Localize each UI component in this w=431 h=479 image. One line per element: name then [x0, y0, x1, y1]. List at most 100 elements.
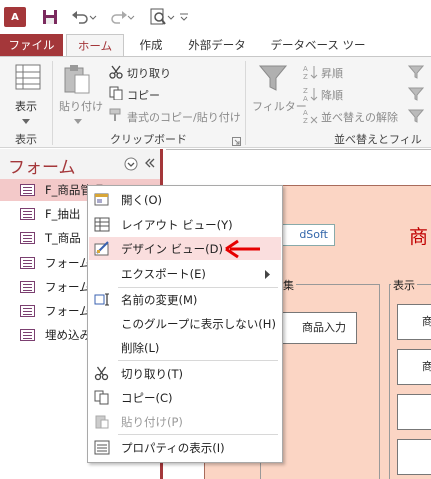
group-box-right-label: 表示	[391, 277, 417, 293]
cut-label[interactable]: 切り取り	[127, 65, 171, 81]
menu-item-label: このグループに表示しない(H)	[121, 317, 276, 331]
filter-icon[interactable]	[258, 63, 288, 96]
tab-database-tools[interactable]: データベース ツール	[268, 34, 368, 74]
access-app-icon[interactable]: A	[4, 7, 26, 27]
customize-qat-icon[interactable]	[178, 6, 190, 28]
svg-text:Z: Z	[303, 117, 308, 124]
save-icon[interactable]	[40, 6, 60, 28]
sort-ascending-icon[interactable]: AZ	[302, 64, 318, 83]
menu-item-properties[interactable]: プロパティの表示(I)	[89, 436, 281, 459]
sort-ascending-label[interactable]: 昇順	[321, 65, 343, 81]
menu-item-export[interactable]: エクスポート(E)	[89, 262, 281, 285]
undo-icon[interactable]	[70, 6, 98, 28]
menu-item-open[interactable]: 開く(O)	[89, 188, 281, 211]
sort-descending-icon[interactable]: ZA	[302, 86, 318, 105]
svg-text:A: A	[303, 95, 308, 102]
nav-item-label: F_抽出	[45, 207, 81, 221]
paste-icon[interactable]	[62, 63, 92, 98]
copy-icon	[94, 390, 110, 405]
menu-item-rename[interactable]: 名前の変更(M)	[89, 288, 281, 311]
format-painter-icon[interactable]	[109, 108, 123, 125]
view-icon[interactable]	[14, 63, 42, 94]
menu-item-label: 削除(L)	[121, 341, 160, 355]
nav-item-label: T_商品	[45, 231, 81, 245]
format-painter-label[interactable]: 書式のコピー/貼り付け	[127, 109, 241, 125]
view-group-label: 表示	[15, 133, 37, 146]
menu-item-layout-view[interactable]: レイアウト ビュー(Y)	[89, 213, 281, 236]
properties-icon	[94, 440, 110, 455]
clipboard-group-label: クリップボード	[110, 133, 187, 146]
menu-item-label: コピー(C)	[121, 391, 173, 405]
nav-item-label: 埋め込み	[45, 328, 91, 342]
group-box-left-label: 集	[281, 277, 296, 293]
group-divider	[52, 61, 53, 145]
view-dropdown-icon[interactable]	[22, 115, 30, 128]
menu-item-paste[interactable]: 貼り付け(P)	[89, 410, 281, 433]
design-view-icon	[94, 241, 110, 256]
scissors-icon[interactable]	[109, 65, 123, 82]
menu-item-label: レイアウト ビュー(Y)	[121, 218, 233, 232]
open-icon	[94, 192, 110, 207]
menu-item-label: デザイン ビュー(D)	[121, 242, 223, 256]
menu-item-label: 名前の変更(M)	[121, 293, 198, 307]
form-title-label: 商	[409, 226, 429, 248]
toggle-filter-icon[interactable]	[407, 108, 425, 127]
menu-item-hide-in-group[interactable]: このグループに表示しない(H)	[89, 312, 281, 335]
menu-item-copy[interactable]: コピー(C)	[89, 386, 281, 409]
form-icon	[20, 257, 35, 269]
form-icon	[20, 281, 35, 293]
menu-separator	[118, 360, 278, 361]
nav-pane-header: フォーム	[0, 149, 160, 179]
layout-view-icon	[94, 217, 110, 232]
nav-pane-dropdown-icon[interactable]	[124, 157, 138, 174]
tab-home[interactable]: ホーム	[66, 34, 124, 57]
sort-descending-label[interactable]: 降順	[321, 87, 343, 103]
red-arrow-annotation	[224, 239, 262, 262]
menu-item-label: 切り取り(T)	[121, 367, 183, 381]
remove-sort-label[interactable]: 並べ替えの解除	[321, 109, 398, 125]
right-button-4[interactable]: 商	[397, 439, 431, 475]
right-button-3[interactable]: 商	[397, 394, 431, 430]
ribbon-home: 表示 表示 貼り付け 切り取り コピー 書式のコピー/貼り付け クリップボード …	[0, 56, 431, 162]
right-button-1[interactable]: 商品	[397, 304, 431, 340]
paste-button-label[interactable]: 貼り付け	[59, 98, 103, 114]
print-preview-icon[interactable]	[148, 6, 176, 28]
shutter-bar-close-icon[interactable]	[144, 157, 156, 172]
submenu-arrow-icon	[265, 269, 271, 282]
svg-text:Z: Z	[303, 87, 308, 95]
context-menu: 開く(O) レイアウト ビュー(Y) デザイン ビュー(D) エクスポート(E)…	[87, 185, 283, 463]
form-icon	[20, 232, 35, 244]
advanced-filter-icon[interactable]	[407, 86, 425, 105]
menu-item-cut[interactable]: 切り取り(T)	[89, 362, 281, 385]
paste-dropdown-icon[interactable]	[74, 115, 82, 128]
form-icon	[20, 184, 35, 196]
form-icon	[20, 329, 35, 341]
quick-access-toolbar: A	[0, 0, 431, 34]
form-icon	[20, 208, 35, 220]
selection-filter-icon[interactable]	[407, 64, 425, 83]
menu-item-delete[interactable]: 削除(L)	[89, 336, 281, 359]
tab-external-data[interactable]: 外部データ	[186, 34, 248, 56]
clipboard-launcher-icon[interactable]	[232, 136, 241, 149]
copy-label[interactable]: コピー	[127, 87, 160, 103]
tab-create[interactable]: 作成	[132, 34, 170, 56]
group-divider	[245, 61, 246, 145]
svg-text:A: A	[303, 65, 308, 73]
right-button-2[interactable]: 商品	[397, 349, 431, 385]
ribbon-tabs: ファイル ホーム 作成 外部データ データベース ツール	[0, 34, 431, 74]
form-icon	[20, 305, 35, 317]
menu-item-label: エクスポート(E)	[121, 267, 206, 281]
redo-icon[interactable]	[108, 6, 136, 28]
nav-pane-title[interactable]: フォーム	[8, 153, 76, 178]
tab-file[interactable]: ファイル	[0, 34, 63, 56]
menu-item-label: プロパティの表示(I)	[121, 441, 225, 455]
menu-item-label: 開く(O)	[121, 193, 163, 207]
svg-text:A: A	[303, 109, 308, 117]
svg-text:Z: Z	[303, 73, 308, 80]
view-button-label[interactable]: 表示	[15, 98, 37, 114]
filter-label[interactable]: フィルター	[252, 98, 307, 114]
scissors-icon	[94, 366, 110, 381]
copy-icon[interactable]	[109, 86, 123, 103]
remove-sort-icon[interactable]: AZ	[302, 108, 318, 127]
menu-item-label: 貼り付け(P)	[121, 415, 183, 429]
